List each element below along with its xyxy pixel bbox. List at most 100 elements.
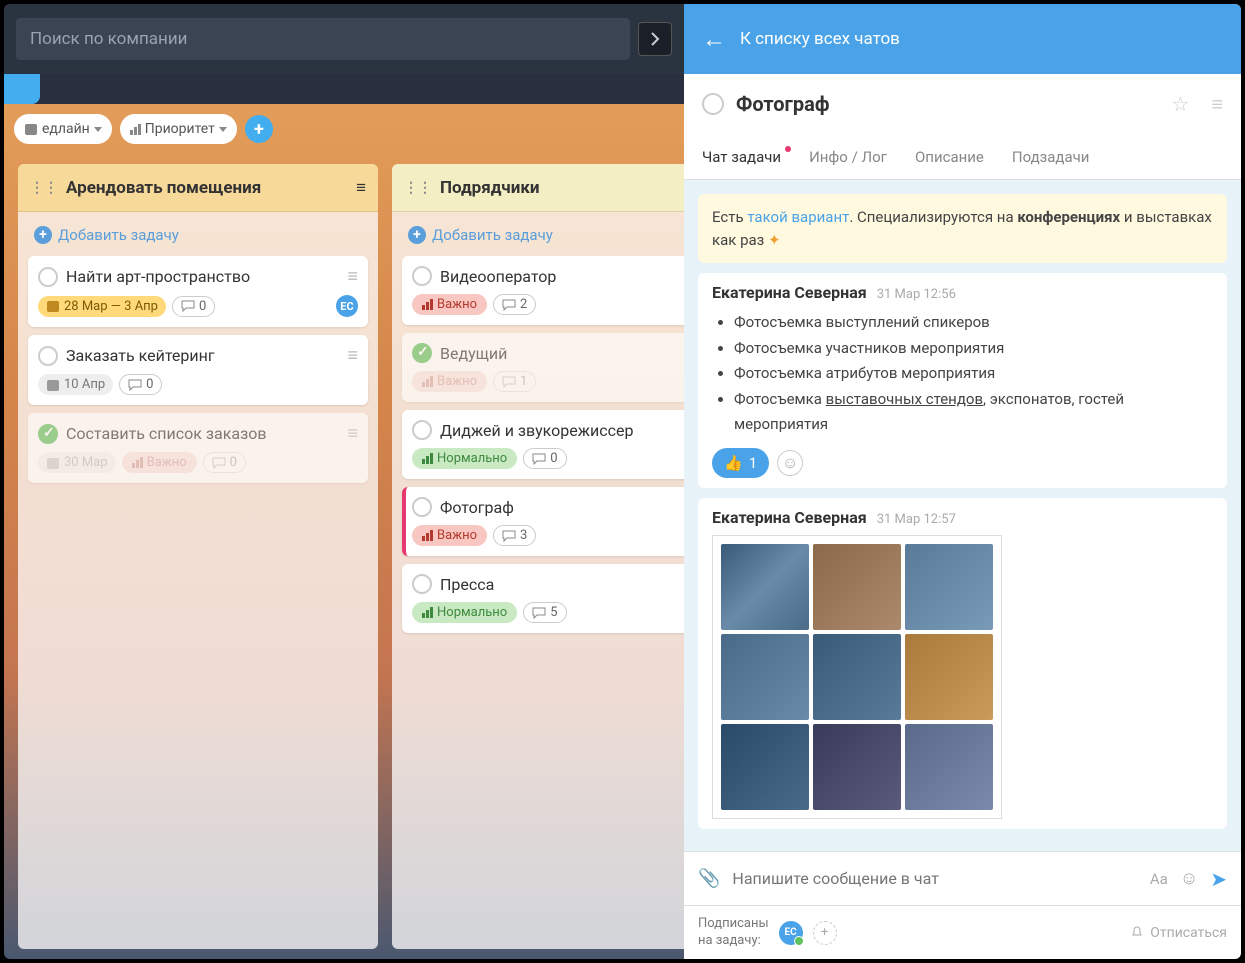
bars-icon [422, 530, 433, 541]
add-subscriber-button[interactable]: + [813, 921, 837, 945]
hamburger-icon[interactable]: ≡ [1211, 92, 1223, 117]
comment-pill[interactable]: 2 [493, 294, 536, 315]
add-filter-button[interactable]: + [245, 115, 273, 143]
avatar: EC [336, 295, 358, 317]
collapse-button[interactable] [638, 22, 672, 56]
task-card[interactable]: Найти арт-пространство ≡ 28 Мар — 3 Апр … [28, 256, 368, 327]
photo-thumbnail[interactable] [721, 724, 809, 810]
card-title: Составить список заказов [66, 424, 339, 443]
priority-pill: Важно [122, 452, 197, 473]
checkbox[interactable] [412, 497, 432, 517]
tab-subtasks[interactable]: Подзадачи [1012, 134, 1090, 179]
photo-thumbnail[interactable] [813, 544, 901, 630]
task-card[interactable]: Диджей и звукорежиссер Нормально 0 [402, 410, 684, 479]
filter-label: едлайн [42, 121, 90, 137]
hamburger-icon[interactable]: ≡ [347, 345, 358, 366]
task-card[interactable]: Фотограф Важно 3 [402, 487, 684, 556]
priority-pill: Нормально [412, 602, 517, 623]
checkbox[interactable] [412, 420, 432, 440]
checkbox[interactable] [38, 346, 58, 366]
format-text-button[interactable]: Aa [1150, 870, 1168, 888]
bars-icon [422, 607, 433, 618]
reaction-button[interactable]: 👍 1 [712, 448, 769, 478]
tab-bar: Чат задачи Инфо / Лог Описание Подзадачи [684, 134, 1241, 180]
card-title: Заказать кейтеринг [66, 346, 339, 365]
subscribers-bar: Подписаны на задачу: EC + Отписаться [684, 905, 1241, 959]
chat-message: Екатерина Северная 31 Мар 12:57 [698, 498, 1227, 829]
checkbox[interactable] [412, 343, 432, 363]
filter-deadline[interactable]: едлайн [14, 114, 112, 144]
calendar-icon [46, 456, 60, 470]
add-reaction-button[interactable]: ☺ [777, 450, 803, 476]
comment-icon [532, 453, 546, 465]
task-card[interactable]: Ведущий Важно 1 [402, 333, 684, 402]
emoji-icon[interactable]: ☺ [1180, 868, 1198, 889]
board-column: ⋮⋮ Арендовать помещения ≡ + Добавить зад… [18, 164, 378, 949]
priority-pill: Важно [412, 525, 487, 546]
column-header[interactable]: ⋮⋮ Подрядчики [392, 164, 684, 212]
comment-pill[interactable]: 1 [493, 371, 536, 392]
comment-icon [128, 379, 142, 391]
add-task-button[interactable]: + Добавить задачу [402, 222, 684, 248]
quote-link[interactable]: такой вариант [747, 208, 849, 226]
comment-pill[interactable]: 0 [119, 374, 162, 395]
tab-description[interactable]: Описание [915, 134, 984, 179]
unsubscribe-button[interactable]: Отписаться [1130, 925, 1227, 941]
bars-icon [422, 453, 433, 464]
task-card[interactable]: Видеооператор Важно 2 [402, 256, 684, 325]
checkbox[interactable] [702, 93, 724, 115]
comment-pill[interactable]: 0 [203, 452, 246, 473]
hamburger-icon[interactable]: ≡ [356, 178, 366, 198]
photo-thumbnail[interactable] [905, 724, 993, 810]
photo-thumbnail[interactable] [905, 544, 993, 630]
tab-chat[interactable]: Чат задачи [702, 134, 781, 179]
card-title: Диджей и звукорежиссер [440, 421, 684, 440]
send-icon[interactable]: ➤ [1210, 867, 1227, 891]
logo-icon [4, 74, 40, 104]
star-icon[interactable]: ☆ [1171, 92, 1189, 116]
search-input[interactable]: Поиск по компании [16, 18, 630, 60]
photo-thumbnail[interactable] [721, 634, 809, 720]
photo-grid [712, 535, 1002, 819]
checkbox[interactable] [38, 424, 58, 444]
card-title: Пресса [440, 575, 684, 594]
comment-icon [502, 530, 516, 542]
column-title: Арендовать помещения [66, 178, 261, 198]
chat-input[interactable] [732, 869, 1137, 888]
comment-pill[interactable]: 5 [523, 602, 566, 623]
hamburger-icon[interactable]: ≡ [347, 266, 358, 287]
add-task-button[interactable]: + Добавить задачу [28, 222, 368, 248]
comment-pill[interactable]: 0 [172, 296, 215, 317]
photo-thumbnail[interactable] [905, 634, 993, 720]
comment-pill[interactable]: 3 [493, 525, 536, 546]
card-title: Ведущий [440, 344, 684, 363]
task-card[interactable]: Пресса Нормально 5 [402, 564, 684, 633]
comment-icon [502, 299, 516, 311]
column-header[interactable]: ⋮⋮ Арендовать помещения ≡ [18, 164, 378, 212]
top-bar: Поиск по компании [4, 4, 684, 74]
reaction-count: 1 [749, 454, 757, 472]
avatar[interactable]: EC [779, 921, 803, 945]
checkbox[interactable] [38, 267, 58, 287]
photo-thumbnail[interactable] [721, 544, 809, 630]
bell-icon [1130, 926, 1144, 940]
plus-icon: + [408, 226, 426, 244]
filter-priority[interactable]: Приоритет [120, 114, 237, 144]
photo-thumbnail[interactable] [813, 634, 901, 720]
hamburger-icon[interactable]: ≡ [347, 423, 358, 444]
message-author: Екатерина Северная [712, 508, 867, 527]
list-item: Фотосъемка атрибутов мероприятия [734, 361, 1213, 387]
comment-pill[interactable]: 0 [523, 448, 566, 469]
chevron-right-icon [647, 31, 663, 47]
back-arrow-icon[interactable]: ← [702, 25, 726, 54]
task-card[interactable]: Составить список заказов ≡ 30 Мар Важно [28, 413, 368, 483]
comment-icon [212, 457, 226, 469]
back-to-chats-link[interactable]: К списку всех чатов [740, 29, 900, 49]
checkbox[interactable] [412, 574, 432, 594]
task-card[interactable]: Заказать кейтеринг ≡ 10 Апр 0 [28, 335, 368, 405]
checkbox[interactable] [412, 266, 432, 286]
tab-info[interactable]: Инфо / Лог [809, 134, 887, 179]
filter-label: Приоритет [145, 121, 215, 137]
attach-icon[interactable]: 📎 [698, 868, 720, 889]
photo-thumbnail[interactable] [813, 724, 901, 810]
